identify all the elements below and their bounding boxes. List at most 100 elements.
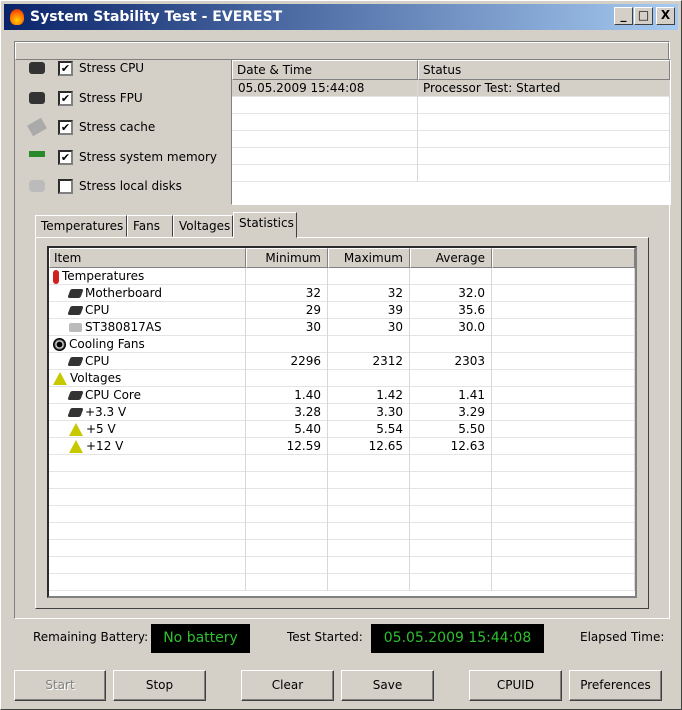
- stats-item: [49, 557, 246, 574]
- memory-icon: [29, 150, 45, 157]
- stats-row[interactable]: [49, 557, 635, 574]
- tab-voltages[interactable]: Voltages: [173, 215, 233, 237]
- log-row[interactable]: 05.05.2009 15:44:08 Processor Test: Start…: [232, 80, 670, 97]
- app-flame-icon: [10, 9, 24, 25]
- log-header-datetime[interactable]: Date & Time: [232, 60, 418, 80]
- stats-empty: [492, 506, 635, 523]
- stats-item: +3.3 V: [49, 404, 246, 421]
- cpu-icon: [67, 306, 84, 315]
- log-row[interactable]: [232, 114, 670, 131]
- log-status: Processor Test: Started: [418, 80, 670, 97]
- stats-empty: [492, 319, 635, 336]
- elapsed-time-label: Elapsed Time:: [580, 630, 665, 644]
- stats-empty: [492, 472, 635, 489]
- stats-row[interactable]: +12 V 12.59 12.65 12.63: [49, 438, 635, 455]
- checkbox-stress-system-memory[interactable]: ✔: [58, 149, 73, 165]
- log-row[interactable]: [232, 131, 670, 148]
- statistics-table[interactable]: Item Minimum Maximum Average Temperature…: [47, 246, 637, 598]
- title-bar[interactable]: System Stability Test - EVEREST: [4, 4, 678, 30]
- stats-header-empty: [492, 248, 635, 268]
- stats-row[interactable]: [49, 540, 635, 557]
- stats-row[interactable]: [49, 523, 635, 540]
- checkbox-stress-local-disks[interactable]: [58, 179, 73, 194]
- stats-row[interactable]: [49, 455, 635, 472]
- window-title: System Stability Test - EVEREST: [30, 9, 283, 25]
- tab-fans[interactable]: Fans: [127, 215, 173, 237]
- test-started-value: 05.05.2009 15:44:08: [371, 624, 544, 653]
- stats-min: [246, 523, 328, 540]
- stats-item: +5 V: [49, 421, 246, 438]
- checkbox-stress-cache[interactable]: ✔: [58, 120, 73, 135]
- stats-item-label: +3.3 V: [85, 405, 127, 419]
- stats-header-average[interactable]: Average: [410, 248, 492, 268]
- stats-item-label: CPU: [85, 303, 110, 317]
- preferences-button[interactable]: Preferences: [569, 670, 662, 701]
- stats-header-item[interactable]: Item: [49, 248, 246, 268]
- stats-empty: [492, 302, 635, 319]
- stats-header-minimum[interactable]: Minimum: [246, 248, 328, 268]
- fan-icon: [53, 338, 66, 351]
- maximize-button[interactable]: □: [634, 7, 653, 25]
- voltage-icon: [69, 423, 83, 436]
- stats-header-maximum[interactable]: Maximum: [328, 248, 410, 268]
- checkbox-label: Stress CPU: [79, 61, 145, 75]
- stats-row[interactable]: Cooling Fans: [49, 336, 635, 353]
- stats-avg: [410, 523, 492, 540]
- log-row[interactable]: [232, 148, 670, 165]
- log-datetime: [232, 148, 418, 165]
- stats-row[interactable]: [49, 506, 635, 523]
- test-started-label: Test Started:: [287, 630, 363, 644]
- top-bar: [15, 42, 669, 60]
- stats-row[interactable]: CPU Core 1.40 1.42 1.41: [49, 387, 635, 404]
- checkbox-stress-cpu[interactable]: ✔: [58, 61, 73, 76]
- log-datetime: [232, 114, 418, 131]
- stats-row[interactable]: CPU 2296 2312 2303: [49, 353, 635, 370]
- stats-max: [328, 574, 410, 591]
- log-status: [418, 165, 670, 182]
- clear-button[interactable]: Clear: [241, 670, 334, 701]
- stats-row[interactable]: CPU 29 39 35.6: [49, 302, 635, 319]
- stats-max: [328, 523, 410, 540]
- stats-row[interactable]: +5 V 5.40 5.54 5.50: [49, 421, 635, 438]
- cpuid-button[interactable]: CPUID: [469, 670, 562, 701]
- stats-row[interactable]: [49, 472, 635, 489]
- stats-item: Motherboard: [49, 285, 246, 302]
- window: System Stability Test - EVEREST _ □ X ✔ S…: [0, 0, 682, 710]
- log-table[interactable]: Date & Time Status 05.05.2009 15:44:08 Pr…: [231, 59, 671, 205]
- log-row[interactable]: [232, 97, 670, 114]
- tab-temperatures[interactable]: Temperatures: [35, 215, 127, 237]
- stats-min: 5.40: [246, 421, 328, 438]
- stats-avg: [410, 268, 492, 285]
- log-row[interactable]: [232, 165, 670, 182]
- stats-row[interactable]: +3.3 V 3.28 3.30 3.29: [49, 404, 635, 421]
- save-button[interactable]: Save: [341, 670, 434, 701]
- stats-min: [246, 472, 328, 489]
- stats-avg: [410, 472, 492, 489]
- stats-item: Temperatures: [49, 268, 246, 285]
- stats-min: 12.59: [246, 438, 328, 455]
- stats-row[interactable]: [49, 574, 635, 591]
- stats-min: 29: [246, 302, 328, 319]
- battery-label: Remaining Battery:: [33, 630, 149, 644]
- minimize-button[interactable]: _: [614, 7, 633, 25]
- stats-item: [49, 489, 246, 506]
- stats-row[interactable]: Temperatures: [49, 268, 635, 285]
- start-button[interactable]: Start: [14, 670, 106, 701]
- stats-row[interactable]: [49, 489, 635, 506]
- checkbox-stress-fpu[interactable]: ✔: [58, 90, 73, 106]
- stats-row[interactable]: ST380817AS 30 30 30.0: [49, 319, 635, 336]
- stats-row[interactable]: Voltages: [49, 370, 635, 387]
- stats-min: [246, 557, 328, 574]
- close-button[interactable]: X: [656, 7, 675, 25]
- fpu-icon: [29, 91, 45, 104]
- voltage-icon: [69, 440, 83, 453]
- tab-statistics[interactable]: Statistics: [233, 212, 297, 238]
- stats-max: 32: [328, 285, 410, 302]
- log-header-status[interactable]: Status: [418, 60, 670, 80]
- disk-icon: [29, 180, 45, 192]
- stats-empty: [492, 370, 635, 387]
- stats-item-label: +5 V: [86, 422, 116, 436]
- stop-button[interactable]: Stop: [113, 670, 206, 701]
- log-datetime: [232, 131, 418, 148]
- stats-row[interactable]: Motherboard 32 32 32.0: [49, 285, 635, 302]
